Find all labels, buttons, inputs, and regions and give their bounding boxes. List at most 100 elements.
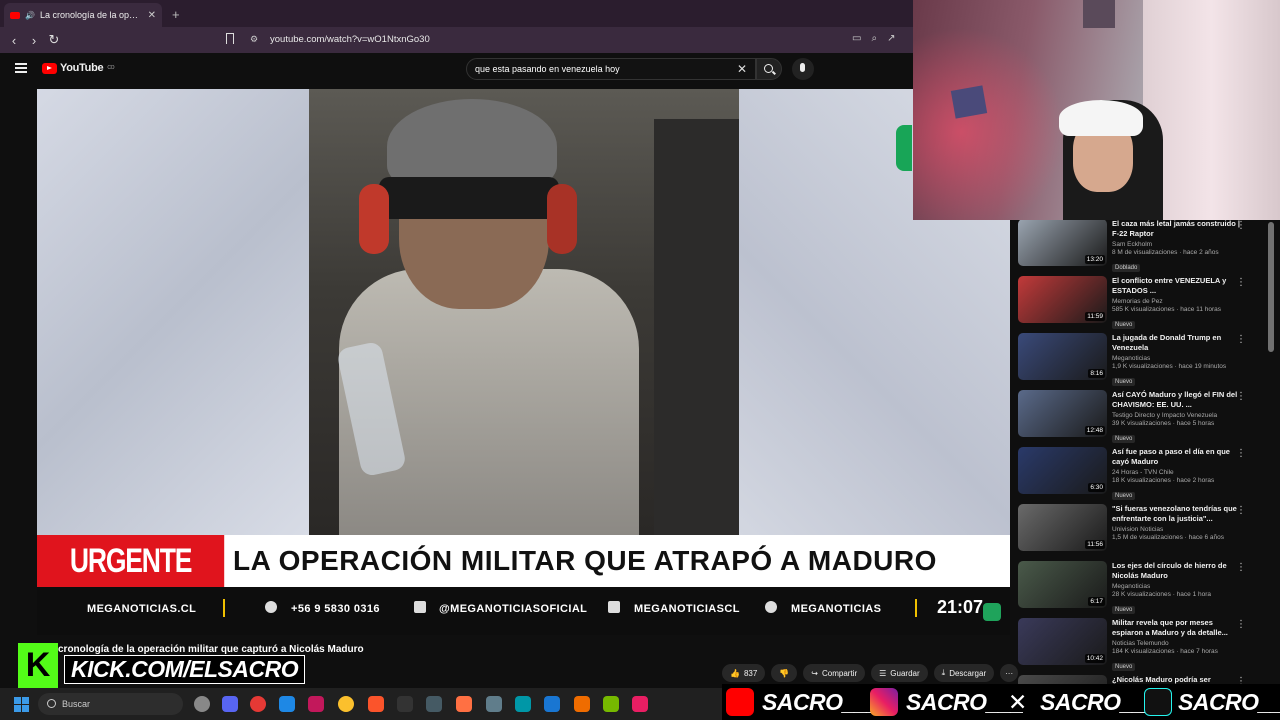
taskbar-app-icon[interactable] [456,696,472,712]
recommendation-title[interactable]: Militar revela que por meses espiaron a … [1112,618,1240,638]
recommendation-title[interactable]: La jugada de Donald Trump en Venezuela [1112,333,1240,353]
recommendation-thumbnail[interactable]: 11:59 [1018,276,1107,323]
news-headline: LA OPERACIÓN MILITAR QUE ATRAPÓ A MADURO [233,545,937,576]
cast-icon[interactable]: ▭ [852,33,861,44]
photo-background-panel [654,119,739,535]
clear-search-icon[interactable]: ✕ [737,62,747,76]
taskbar-app-icon[interactable] [397,696,413,712]
recommendation-thumbnail[interactable]: 8:16 [1018,333,1107,380]
recommendation-title[interactable]: El conflicto entre VENEZUELA y ESTADOS .… [1112,276,1240,296]
discord-icon[interactable] [222,696,238,712]
recommendation-item[interactable]: 6:30 Así fue paso a paso el día en que ca… [1016,444,1264,500]
recommendation-text: Así CAYÓ Maduro y llegó el FIN del CHAVI… [1112,390,1240,445]
video-player[interactable]: URGENTE LA OPERACIÓN MILITAR QUE ATRAPÓ … [37,89,1010,635]
recommendation-channel[interactable]: Sam Eckholm [1112,241,1240,248]
bookmark-icon[interactable] [226,33,234,44]
recommendation-title[interactable]: El caza más letal jamás construido | F-2… [1112,219,1240,239]
recommendation-channel[interactable]: Testigo Directo y Impacto Venezuela [1112,412,1240,419]
search-icon [764,64,773,73]
reload-icon[interactable]: ↻ [44,32,64,48]
webcam-poster [950,85,988,119]
recommendation-item[interactable]: 12:48 Así CAYÓ Maduro y llegó el FIN del … [1016,387,1264,443]
youtube-favicon-icon [10,11,20,19]
video-frame-photo [309,89,739,535]
thumbs-up-icon: 👍 [730,668,740,678]
download-button[interactable]: ⤓ Descargar [933,664,995,682]
recommendation-thumbnail[interactable]: 6:30 [1018,447,1107,494]
more-options-icon[interactable]: ⋮ [1236,391,1246,402]
ticker-twitch: MEGANOTICIASCL [634,603,740,615]
recommendation-thumbnail[interactable]: 13:20 [1018,219,1107,266]
more-options-icon[interactable]: ⋮ [1236,619,1246,630]
recommendation-thumbnail[interactable]: 12:48 [1018,390,1107,437]
dislike-button[interactable]: 👎 [771,664,798,682]
recommendation-item[interactable]: 10:42 Militar revela que por meses espiar… [1016,615,1264,671]
recommendation-item[interactable]: 13:20 El caza más letal jamás construido … [1016,216,1264,272]
recommendation-title[interactable]: "Si fueras venezolano tendrías que enfre… [1112,504,1240,524]
browser-tab[interactable]: 🔊 La cronología de la operación ✕ [4,3,162,27]
menu-icon[interactable] [15,63,27,73]
taskbar-app-icon[interactable] [308,696,324,712]
back-icon[interactable]: ‹ [4,33,24,48]
recommendation-thumbnail[interactable]: 11:56 [1018,504,1107,551]
more-options-icon[interactable]: ⋮ [1236,505,1246,516]
url-field[interactable]: youtube.com/watch?v=wO1NtxnGo30 [270,34,430,45]
site-info-icon[interactable]: ⚙ [250,34,258,45]
recommendation-text: "Si fueras venezolano tendrías que enfre… [1112,504,1240,541]
more-options-icon[interactable]: ⋮ [1236,562,1246,573]
search-button[interactable] [756,58,782,80]
recommendation-thumbnail[interactable]: 10:42 [1018,618,1107,665]
recommendation-channel[interactable]: Meganoticias [1112,355,1240,362]
edge-icon[interactable] [279,696,295,712]
more-options-icon[interactable]: ⋮ [1236,277,1246,288]
zoom-icon[interactable]: ⌕ [871,33,877,44]
more-options-icon[interactable]: ⋮ [1236,448,1246,459]
video-title: cronología de la operación militar que c… [58,644,364,655]
recommendation-item[interactable]: 6:17 Los ejes del círculo de hierro de Ni… [1016,558,1264,614]
video-duration: 8:16 [1088,369,1105,378]
more-options-icon[interactable]: ⋮ [1236,334,1246,345]
taskbar-app-icon[interactable] [486,696,502,712]
recommendation-title[interactable]: Así fue paso a paso el día en que cayó M… [1112,447,1240,467]
forward-icon[interactable]: › [24,33,44,48]
share-button[interactable]: ↪ Compartir [803,664,866,682]
recommendation-item[interactable]: 8:16 La jugada de Donald Trump en Venezue… [1016,330,1264,386]
recommendation-item[interactable]: 11:56 "Si fueras venezolano tendrías que … [1016,501,1264,557]
voice-search-icon[interactable] [792,58,814,80]
taskbar-app-icon[interactable] [194,696,210,712]
recommendation-title[interactable]: Los ejes del círculo de hierro de Nicolá… [1112,561,1240,581]
vscode-icon[interactable] [544,696,560,712]
share-page-icon[interactable]: ↗ [887,33,895,44]
brave-icon[interactable] [368,696,384,712]
recommendation-channel[interactable]: Univision Noticias [1112,526,1240,533]
speaker-icon[interactable]: 🔊 [25,11,35,20]
taskbar-app-icon[interactable] [574,696,590,712]
recommendation-item[interactable]: 11:59 El conflicto entre VENEZUELA y ESTA… [1016,273,1264,329]
recommendation-channel[interactable]: Noticias Telemundo [1112,640,1240,647]
taskbar-search[interactable]: Buscar [38,693,183,715]
more-options-icon[interactable]: ⋮ [1236,220,1246,231]
search-input[interactable]: que esta pasando en venezuela hoy ✕ [466,58,756,80]
opera-icon[interactable] [250,696,266,712]
windows-start-icon[interactable] [14,697,29,712]
download-icon: ⤓ [941,668,946,677]
taskbar-app-icon[interactable] [632,696,648,712]
video-background-left [37,89,309,535]
recommendation-title[interactable]: Así CAYÓ Maduro y llegó el FIN del CHAVI… [1112,390,1240,410]
sidebar-scrollbar[interactable] [1268,222,1274,352]
taskbar-app-icon[interactable] [426,696,442,712]
close-tab-icon[interactable]: ✕ [148,10,156,21]
new-tab-button[interactable]: + [172,7,180,22]
recommendation-meta: 1,5 M de visualizaciones · hace 6 años [1112,534,1225,541]
chrome-icon[interactable] [338,696,354,712]
recommendation-channel[interactable]: Meganoticias [1112,583,1240,590]
recommendation-badge: Nuevo [1112,378,1136,386]
save-button[interactable]: ☰ Guardar [871,664,928,682]
recommendation-channel[interactable]: Memorias de Pez [1112,298,1240,305]
recommendation-thumbnail[interactable]: 6:17 [1018,561,1107,608]
like-button[interactable]: 👍 837 [722,664,766,682]
nvidia-icon[interactable] [603,696,619,712]
recommendation-channel[interactable]: 24 Horas - TVN Chile [1112,469,1240,476]
youtube-logo[interactable]: YouTube CO [42,62,115,74]
taskbar-app-icon[interactable] [515,696,531,712]
